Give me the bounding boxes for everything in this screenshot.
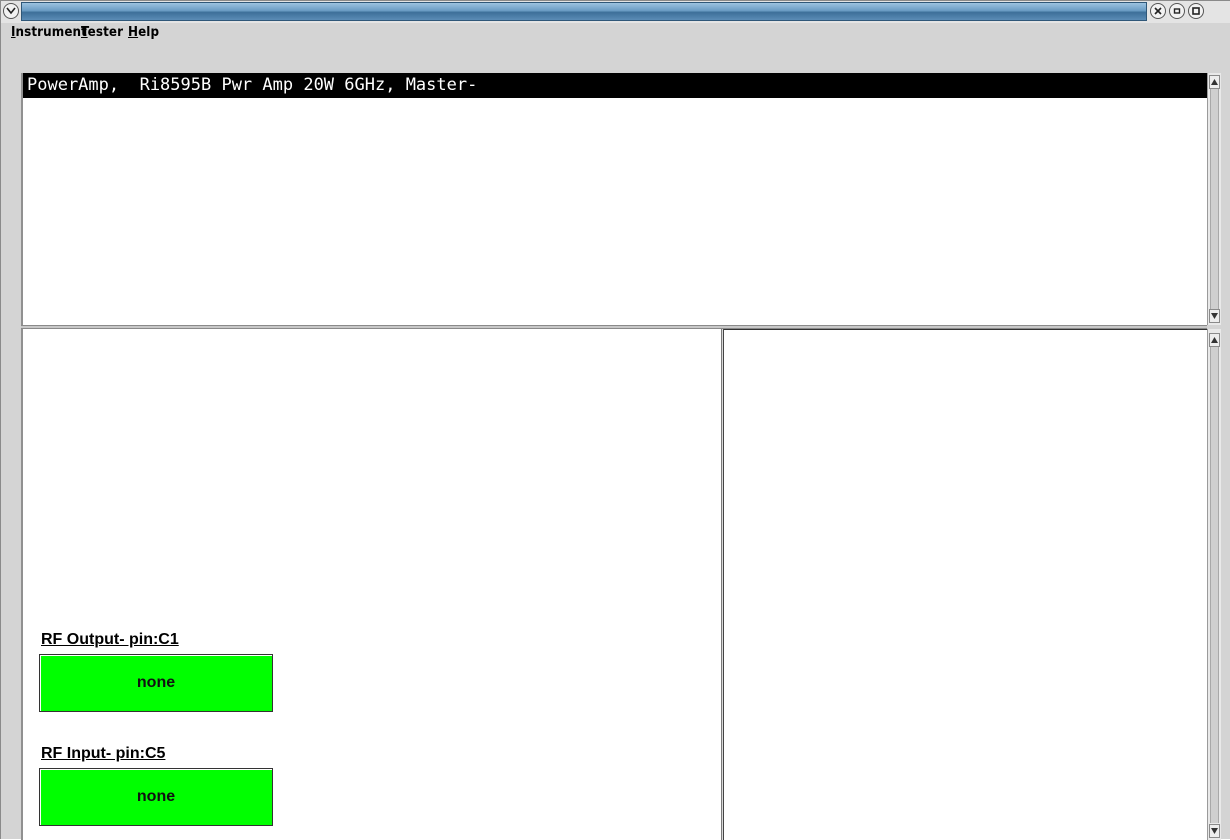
app-window: Instrument Tester Help PowerAmp, Ri8595B… (0, 0, 1230, 840)
menu-help-mnemonic: H (128, 25, 139, 40)
log-panel[interactable]: PowerAmp, Ri8595B Pwr Amp 20W 6GHz, Mast… (21, 73, 1207, 325)
chevron-down-icon (6, 7, 16, 15)
arrow-down-icon (1211, 313, 1218, 319)
arrow-up-icon (1211, 79, 1218, 85)
pin-status-rf-input[interactable]: none (39, 768, 273, 826)
maximize-icon (1192, 7, 1200, 15)
menu-bar: Instrument Tester Help (1, 23, 1230, 44)
pin-label-rf-output: RF Output- pin:C1 (41, 631, 179, 648)
pin-label-rf-input: RF Input- pin:C5 (41, 745, 166, 762)
title-bar[interactable] (1, 1, 1230, 23)
window-menu-button[interactable] (3, 3, 19, 19)
menu-tester-rest: ester (87, 25, 124, 40)
menu-tester[interactable]: Tester (81, 25, 123, 40)
pin-status-rf-output[interactable]: none (39, 654, 273, 712)
menu-help-rest: elp (138, 25, 160, 40)
menu-instrument[interactable]: Instrument (11, 25, 87, 40)
arrow-up-icon (1211, 337, 1218, 343)
main-scroll-up-button[interactable] (1209, 333, 1220, 347)
main-scroll-down-button[interactable] (1209, 824, 1220, 838)
maximize-button[interactable] (1188, 3, 1204, 19)
log-scroll-track[interactable] (1210, 89, 1219, 309)
main-scrollbar[interactable] (1207, 329, 1221, 840)
right-output-panel[interactable] (724, 329, 1207, 840)
close-icon (1154, 7, 1162, 15)
menu-help[interactable]: Help (128, 25, 159, 40)
pin-status-panel: RF Output- pin:C1 none RF Input- pin:C5 … (21, 329, 721, 840)
log-scroll-down-button[interactable] (1209, 309, 1220, 323)
menu-instrument-rest: nstrument (15, 25, 87, 40)
log-line-selected[interactable]: PowerAmp, Ri8595B Pwr Amp 20W 6GHz, Mast… (23, 73, 1207, 98)
close-button[interactable] (1150, 3, 1166, 19)
log-scroll-up-button[interactable] (1209, 75, 1220, 89)
log-scrollbar[interactable] (1207, 73, 1221, 325)
main-scroll-track[interactable] (1210, 347, 1219, 823)
minimize-icon (1173, 8, 1181, 14)
title-bar-fill (21, 2, 1147, 21)
arrow-down-icon (1211, 828, 1218, 834)
minimize-button[interactable] (1169, 3, 1185, 19)
